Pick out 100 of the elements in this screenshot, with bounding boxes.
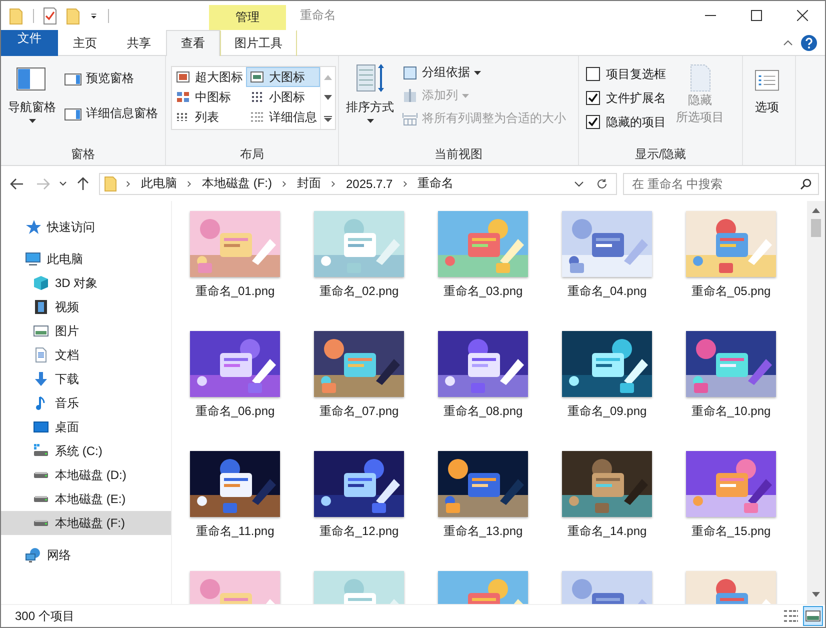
nav-item[interactable]: 3D 对象 [1,271,171,295]
file-item[interactable]: 重命名_04.png [545,211,669,331]
breadcrumb[interactable]: 2025.7.7 [344,176,395,190]
ribbon-tab[interactable]: 共享 [112,30,166,56]
back-icon[interactable] [10,176,24,190]
chevron-icon[interactable] [331,180,336,188]
file-item[interactable]: 重命名_09.png [545,331,669,451]
caret-icon [474,70,481,74]
layout-option[interactable]: 列表 [172,107,246,127]
chevron-icon[interactable] [187,180,192,188]
layout-option[interactable]: 详细信息 [246,107,320,127]
drive-icon [33,471,49,479]
chevron-icon[interactable] [402,180,408,188]
scrollbar-thumb[interactable] [811,219,821,237]
view-command[interactable]: 分组依据 [400,62,568,83]
address-bar[interactable]: 此电脑 本地磁盘 (F:) 封面 2025.7.7 重命名 [99,172,617,194]
file-item[interactable]: 重命名_15.png [669,451,793,571]
group-label: 当前视图 [434,146,484,163]
page-icon [689,64,711,92]
nav-item[interactable]: 图片 [1,319,171,343]
chevron-icon[interactable] [282,180,287,188]
nav-item[interactable]: 网络 [1,543,171,567]
scroll-up-icon[interactable] [812,207,820,213]
checkbox-label: 隐藏的项目 [606,114,666,130]
layout-option[interactable]: 小图标 [246,87,320,107]
file-item[interactable]: 重命名_06.png [173,331,297,451]
scroll-down-icon[interactable] [812,592,820,598]
grid-icon [176,91,190,103]
layout-option[interactable]: 中图标 [172,87,246,107]
ribbon-tab[interactable]: 文件 [1,30,58,56]
scroll-down-icon[interactable] [324,94,332,101]
download-icon [33,371,49,387]
search-field[interactable]: 在 重命名 中搜索 [623,172,819,194]
window-title: 重命名 [299,7,337,24]
grid-icon [250,91,264,103]
nav-item[interactable]: 本地磁盘 (F:) [1,511,171,535]
file-item[interactable]: 重命名_14.png [545,451,669,571]
sort-button[interactable]: 排序方式 [344,60,396,145]
nav-item[interactable]: 系统 (C:) [1,439,171,463]
large-icons-icon [250,71,264,83]
layout-option[interactable]: 超大图标 [172,67,246,87]
large-icons-view-button[interactable] [803,606,823,626]
options-button[interactable]: 选项 [748,60,786,165]
file-item[interactable]: 重命名_02.png [297,211,421,331]
file-item[interactable]: 重命名_08.png [421,331,545,451]
pane-button[interactable]: 预览窗格 [62,68,160,89]
collapse-ribbon-icon[interactable] [783,40,793,46]
pane-button[interactable]: 详细信息窗格 [62,103,160,124]
file-item[interactable]: 重命名_07.png [297,331,421,451]
up-icon[interactable] [76,176,90,190]
breadcrumb[interactable]: 封面 [295,175,323,192]
properties-icon[interactable] [42,6,58,24]
nav-item[interactable]: 下载 [1,367,171,391]
file-item[interactable]: 重命名_10.png [669,331,793,451]
group-label: 布局 [239,146,265,163]
breadcrumb[interactable]: 本地磁盘 (F:) [200,175,274,192]
nav-item[interactable]: 音乐 [1,391,171,415]
nav-item[interactable]: 视频 [1,295,171,319]
list-icon [176,111,190,123]
drive-icon [33,443,49,459]
caret-icon [366,119,374,123]
group-icon [402,64,418,80]
nav-item[interactable]: 本地磁盘 (D:) [1,463,171,487]
ribbon-tab[interactable]: 查看 [166,30,220,56]
recent-locations-icon[interactable] [59,181,67,186]
navigation-pane-button[interactable]: 导航窗格 [6,60,58,145]
star-icon [25,219,41,235]
file-item[interactable]: 重命名_11.png [173,451,297,571]
image-icon [33,323,49,339]
nav-item[interactable]: 此电脑 [1,247,171,271]
file-item[interactable]: 重命名_01.png [173,211,297,331]
pane-layout-icon [64,70,82,86]
caret-icon [462,94,469,98]
checkbox[interactable] [586,67,600,81]
file-item[interactable]: 重命名_12.png [297,451,421,571]
group-label: 显示/隐藏 [634,146,688,163]
close-icon[interactable] [796,10,808,21]
maximize-icon[interactable] [750,10,762,21]
nav-item[interactable]: 快速访问 [1,215,171,239]
column-icon [402,88,418,104]
nav-item[interactable]: 文档 [1,343,171,367]
file-item[interactable]: 重命名_13.png [421,451,545,571]
expand-gallery-icon[interactable] [324,116,332,122]
file-item[interactable]: 重命名_05.png [669,211,793,331]
chevron-icon[interactable] [126,180,131,188]
breadcrumb[interactable]: 此电脑 [139,175,179,192]
ribbon-tab[interactable]: 主页 [58,30,112,56]
help-icon[interactable] [801,34,817,50]
layout-option[interactable]: 大图标 [246,67,320,87]
nav-item[interactable]: 桌面 [1,415,171,439]
history-dropdown-icon[interactable] [574,180,584,186]
drive-icon [33,495,49,503]
nav-item[interactable]: 本地磁盘 (E:) [1,487,171,511]
checkbox[interactable] [586,115,600,129]
caret-icon [28,119,36,123]
refresh-icon[interactable] [596,178,608,190]
file-item[interactable]: 重命名_03.png [421,211,545,331]
checkbox[interactable] [586,91,600,105]
large-icons-icon [176,71,190,83]
breadcrumb[interactable]: 重命名 [416,175,456,192]
